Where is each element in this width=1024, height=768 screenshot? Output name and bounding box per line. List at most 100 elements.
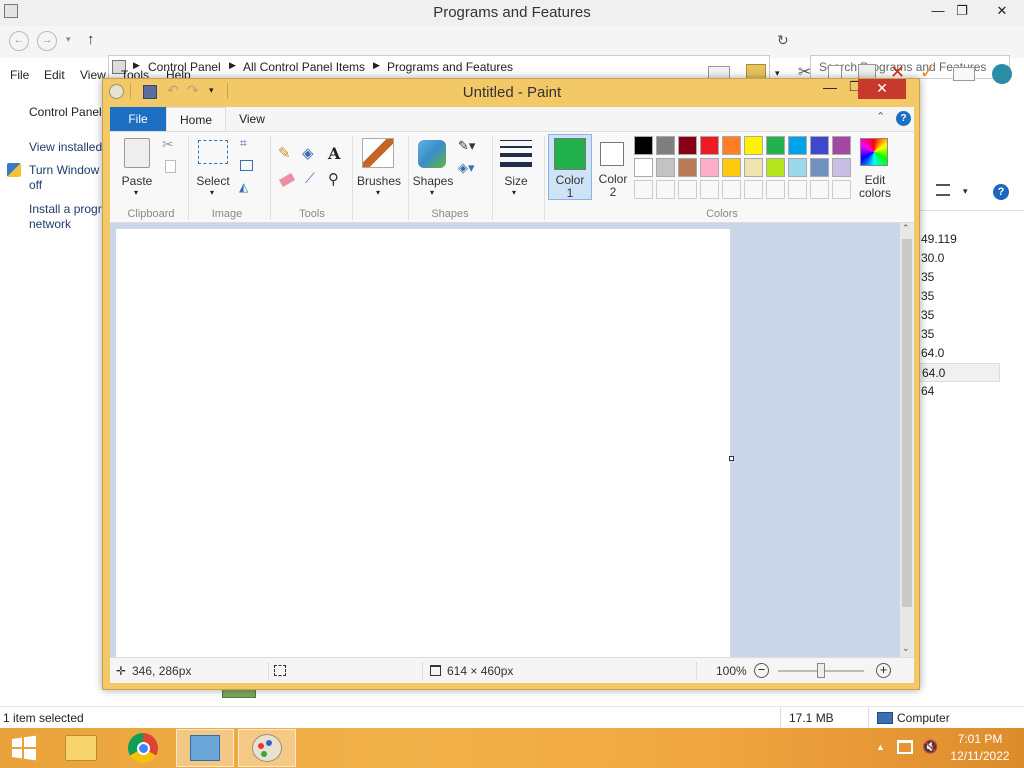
scroll-down-icon[interactable]: ⌄ <box>902 643 910 654</box>
palette-swatch[interactable] <box>700 158 719 177</box>
shapes-label[interactable]: Shapes <box>410 174 456 188</box>
properties-icon[interactable] <box>953 67 975 81</box>
zoom-out-button[interactable]: − <box>754 663 769 678</box>
version-cell[interactable]: 35 <box>918 287 1000 306</box>
collapse-ribbon-icon[interactable]: ⌃ <box>876 110 885 123</box>
pencil-icon[interactable]: ✎ <box>278 144 291 162</box>
edit-colors-label[interactable]: Edit colors <box>850 174 900 200</box>
copy-icon[interactable] <box>165 160 176 173</box>
palette-swatch[interactable] <box>678 158 697 177</box>
tab-home[interactable]: Home <box>166 107 226 131</box>
show-hidden-icons-icon[interactable]: ▲ <box>876 742 885 752</box>
palette-empty-swatch[interactable] <box>788 180 807 199</box>
color-picker-icon[interactable]: ⟋ <box>305 170 315 187</box>
brushes-label[interactable]: Brushes <box>354 174 404 188</box>
paint-titlebar[interactable]: ↶ ↷ ▾ Untitled - Paint — ❐ ✕ <box>103 79 921 105</box>
globe-icon[interactable] <box>992 64 1012 84</box>
size-dropdown-icon[interactable]: ▾ <box>512 188 516 197</box>
select-dropdown-icon[interactable]: ▾ <box>210 188 214 197</box>
palette-empty-swatch[interactable] <box>678 180 697 199</box>
size-label[interactable]: Size <box>494 174 538 188</box>
tab-view[interactable]: View <box>230 107 274 131</box>
version-cell[interactable]: 64.0 <box>918 344 1000 363</box>
palette-empty-swatch[interactable] <box>656 180 675 199</box>
eraser-icon[interactable] <box>278 173 296 187</box>
text-icon[interactable]: A <box>328 144 340 163</box>
version-cell[interactable]: 35 <box>918 268 1000 287</box>
fill-shape-icon[interactable]: ◈▾ <box>458 160 475 176</box>
refresh-icon[interactable]: ↻ <box>777 32 789 49</box>
palette-swatch[interactable] <box>722 158 741 177</box>
paint-help-icon[interactable]: ? <box>896 111 911 126</box>
menu-file[interactable]: File <box>10 68 29 82</box>
shapes-icon[interactable] <box>418 140 446 168</box>
palette-swatch[interactable] <box>788 158 807 177</box>
magnifier-icon[interactable]: ⚲ <box>328 170 339 188</box>
palette-swatch[interactable] <box>634 136 653 155</box>
canvas-resize-handle[interactable] <box>729 456 734 461</box>
version-cell[interactable]: 35 <box>918 325 1000 344</box>
palette-swatch[interactable] <box>832 136 851 155</box>
up-arrow-icon[interactable]: ↑ <box>87 31 95 48</box>
color1-button[interactable]: Color 1 <box>548 134 592 200</box>
palette-swatch[interactable] <box>788 136 807 155</box>
paint-close-button[interactable]: ✕ <box>858 79 906 99</box>
turn-windows-features-link[interactable]: Turn Window off <box>29 163 110 193</box>
taskbar-file-explorer[interactable] <box>52 729 110 767</box>
taskbar-control-panel[interactable] <box>176 729 234 767</box>
palette-swatch[interactable] <box>634 158 653 177</box>
zoom-slider-thumb[interactable] <box>817 663 825 678</box>
palette-empty-swatch[interactable] <box>832 180 851 199</box>
recent-locations-icon[interactable]: ▾ <box>66 34 71 45</box>
size-icon[interactable] <box>500 140 532 168</box>
tab-file[interactable]: File <box>110 107 166 131</box>
clock-date[interactable]: 12/11/2022 <box>944 749 1016 763</box>
palette-swatch[interactable] <box>656 158 675 177</box>
outline-icon[interactable]: ✎▾ <box>458 138 475 154</box>
select-label[interactable]: Select <box>192 174 234 188</box>
rotate-icon[interactable]: ◭ <box>239 180 248 194</box>
clock-time[interactable]: 7:01 PM <box>944 732 1016 746</box>
view-installed-updates-link[interactable]: View installed <box>29 140 110 155</box>
palette-swatch[interactable] <box>656 136 675 155</box>
taskbar-paint[interactable] <box>238 729 296 767</box>
view-options-icon[interactable] <box>936 184 950 196</box>
palette-empty-swatch[interactable] <box>766 180 785 199</box>
zoom-in-button[interactable]: + <box>876 663 891 678</box>
select-icon[interactable] <box>198 140 228 164</box>
palette-swatch[interactable] <box>832 158 851 177</box>
palette-swatch[interactable] <box>810 158 829 177</box>
palette-swatch[interactable] <box>678 136 697 155</box>
checkmark-icon[interactable]: ✓ <box>920 62 935 83</box>
palette-swatch[interactable] <box>766 158 785 177</box>
palette-swatch[interactable] <box>744 158 763 177</box>
version-cell[interactable]: 64 <box>918 382 1000 401</box>
back-button[interactable]: ← <box>9 31 29 51</box>
fill-icon[interactable]: ◈ <box>302 144 314 162</box>
palette-swatch[interactable] <box>744 136 763 155</box>
scrollbar-thumb[interactable] <box>902 239 912 607</box>
brushes-dropdown-icon[interactable]: ▾ <box>376 188 380 197</box>
volume-muted-icon[interactable]: 🔇 <box>922 740 938 754</box>
brushes-icon[interactable] <box>362 138 394 168</box>
palette-empty-swatch[interactable] <box>810 180 829 199</box>
menu-edit[interactable]: Edit <box>44 68 65 82</box>
palette-swatch[interactable] <box>700 136 719 155</box>
palette-empty-swatch[interactable] <box>700 180 719 199</box>
taskbar-chrome[interactable] <box>114 729 172 767</box>
edit-colors-icon[interactable] <box>860 138 888 166</box>
vertical-scrollbar[interactable]: ⌃ ⌄ <box>900 223 914 657</box>
clipboard-icon[interactable] <box>124 138 150 168</box>
color2-button[interactable]: Color 2 <box>594 134 632 200</box>
paste-label[interactable]: Paste <box>116 174 158 188</box>
version-cell[interactable]: 35 <box>918 306 1000 325</box>
help-icon[interactable]: ? <box>993 184 1009 200</box>
paste-dropdown-icon[interactable]: ▾ <box>134 188 138 197</box>
view-dropdown-icon[interactable]: ▾ <box>963 186 968 197</box>
resize-icon[interactable] <box>240 160 253 171</box>
palette-swatch[interactable] <box>766 136 785 155</box>
explorer-maximize-button[interactable]: ❐ <box>946 0 978 24</box>
cut-icon[interactable]: ✂ <box>162 136 174 153</box>
explorer-close-button[interactable]: ✕ <box>984 0 1020 24</box>
palette-empty-swatch[interactable] <box>634 180 653 199</box>
